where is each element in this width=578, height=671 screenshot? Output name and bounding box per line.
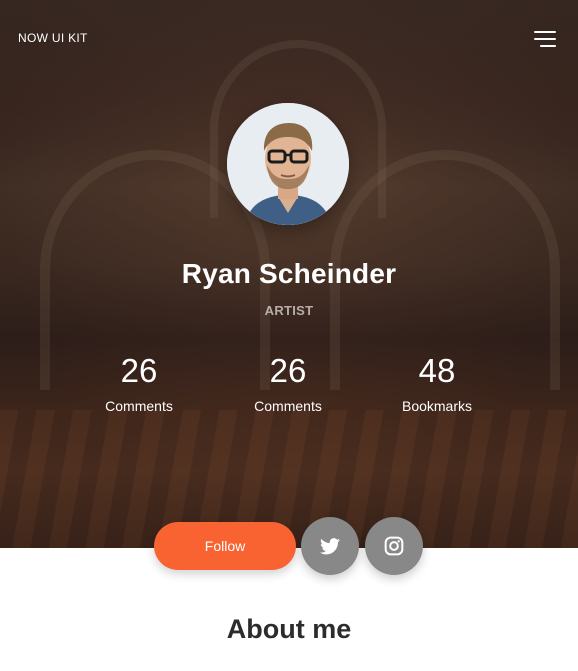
stat-value: 26: [120, 352, 158, 389]
about-section-title: About me: [226, 614, 352, 644]
profile-role: ARTIST: [264, 303, 314, 318]
avatar: [227, 103, 349, 225]
stat-comments: 26 Comments: [69, 352, 209, 414]
stat-label: Bookmarks: [401, 398, 473, 414]
stat-comments: 26 Comments: [218, 352, 358, 414]
stat-value: 48: [418, 352, 456, 389]
stat-label: Comments: [105, 398, 173, 414]
twitter-button[interactable]: [301, 517, 359, 575]
instagram-button[interactable]: [365, 517, 423, 575]
brand-link[interactable]: NOW UI KIT: [18, 31, 88, 45]
hamburger-menu-icon[interactable]: [530, 28, 560, 50]
instagram-icon: [384, 536, 404, 556]
follow-button[interactable]: Follow: [154, 522, 296, 570]
stat-bookmarks: 48 Bookmarks: [367, 352, 507, 414]
twitter-icon: [320, 537, 340, 554]
stat-label: Comments: [254, 398, 322, 414]
profile-name: Ryan Scheinder: [181, 258, 397, 289]
profile-header-hero: NOW UI KIT Ryan Scheinder ARTIST 26 Comm…: [0, 0, 578, 548]
profile-photo: [227, 103, 349, 225]
stat-value: 26: [269, 352, 307, 389]
